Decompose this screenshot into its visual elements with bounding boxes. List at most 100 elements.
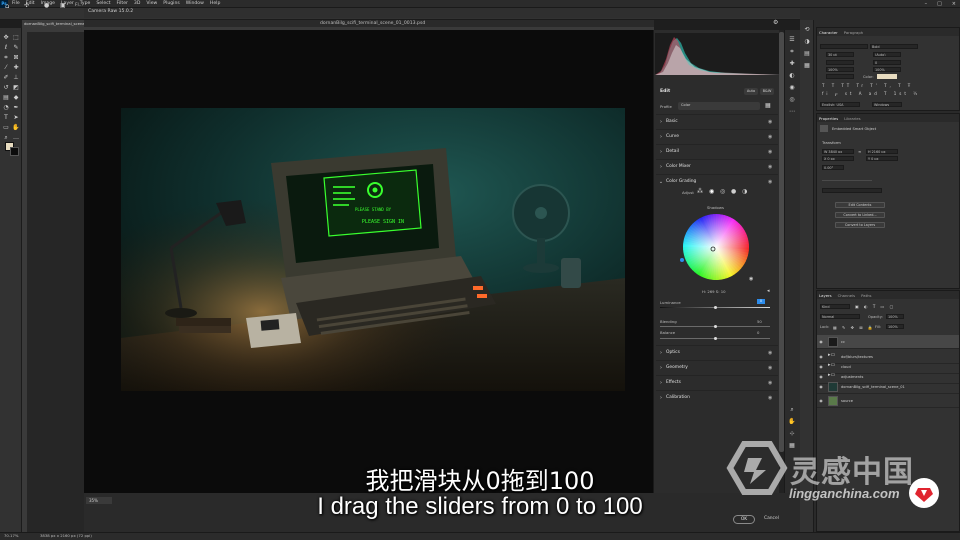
brush-settings-icon[interactable]: ▣ xyxy=(60,2,68,10)
adjustments-icon[interactable]: ◑ xyxy=(803,38,811,46)
rectangle-tool-icon[interactable]: ▭ xyxy=(2,124,10,132)
color-wheel[interactable] xyxy=(682,213,750,281)
healing-brush-tool-icon[interactable]: ✚ xyxy=(12,64,20,72)
eye-icon[interactable]: ◉ xyxy=(768,365,778,371)
brush-preset-icon[interactable]: ● xyxy=(44,2,52,10)
layer-row[interactable]: ◉ dornanBilg_scifi_terminal_scene_01 xyxy=(817,380,959,394)
layer-filter-select[interactable]: Kind xyxy=(820,304,850,309)
quick-select-tool-icon[interactable]: ✎ xyxy=(12,44,20,52)
blend-mode-select[interactable]: Normal xyxy=(820,314,860,319)
more-icon[interactable]: ⋯ xyxy=(788,108,796,116)
tab-libraries[interactable]: Libraries xyxy=(844,116,860,121)
tool-preset-icon[interactable]: ✣ xyxy=(24,2,32,10)
presets-icon[interactable]: ◎ xyxy=(788,96,796,104)
eye-icon[interactable]: ◉ xyxy=(817,339,825,344)
eye-icon[interactable]: ◉ xyxy=(817,398,825,403)
fill-field[interactable]: 100% xyxy=(886,324,904,329)
background-color-swatch[interactable] xyxy=(10,147,19,156)
convert-to-layers-button[interactable]: Convert to Layers xyxy=(835,222,885,228)
expand-triangle-icon[interactable]: ◂ xyxy=(767,288,770,294)
luminance-value[interactable]: 0 xyxy=(757,299,765,304)
section-geometry[interactable]: › Geometry ◉ xyxy=(656,360,778,374)
layer-row[interactable]: ◉ cc xyxy=(817,335,959,349)
section-color-grading[interactable]: ⌄ Color Grading ◉ xyxy=(656,174,778,188)
swatches-icon[interactable]: ▦ xyxy=(803,62,811,70)
menu-help[interactable]: Help xyxy=(210,1,220,6)
vertical-scale-field[interactable]: 100% xyxy=(826,67,854,72)
highlights-wheel-icon[interactable]: ● xyxy=(731,188,736,195)
section-curve[interactable]: › Curve ◉ xyxy=(656,129,778,143)
convert-to-linked-button[interactable]: Convert to Linked... xyxy=(835,212,885,218)
y-field[interactable]: Y 0 px xyxy=(866,156,898,161)
tab-paragraph[interactable]: Paragraph xyxy=(844,30,863,35)
tab-character[interactable]: Character xyxy=(819,30,838,35)
dodge-tool-icon[interactable]: ◔ xyxy=(2,104,10,112)
section-detail[interactable]: › Detail ◉ xyxy=(656,144,778,158)
balance-value[interactable]: 0 xyxy=(757,330,759,335)
history-icon[interactable]: ⟲ xyxy=(803,26,811,34)
libraries-icon[interactable]: ▤ xyxy=(803,50,811,58)
font-size-field[interactable]: 30 pt xyxy=(826,52,854,57)
clone-stamp-tool-icon[interactable]: ⊥ xyxy=(12,74,20,82)
hand-icon[interactable]: ✋ xyxy=(788,418,796,426)
auto-button[interactable]: Auto xyxy=(744,88,758,95)
eye-icon[interactable]: ◉ xyxy=(817,384,825,389)
height-field[interactable]: H 2160 px xyxy=(866,149,898,154)
home-icon[interactable]: ⌂ xyxy=(5,2,13,10)
section-basic[interactable]: › Basic ◉ xyxy=(656,114,778,128)
text-color-swatch[interactable] xyxy=(877,74,897,79)
marquee-tool-icon[interactable]: ⬚ xyxy=(12,34,20,42)
section-optics[interactable]: › Optics ◉ xyxy=(656,345,778,359)
crop-tool-icon[interactable]: ⌗ xyxy=(2,54,10,62)
hand-tool-icon[interactable]: ✋ xyxy=(12,124,20,132)
eye-icon[interactable]: ◉ xyxy=(768,179,778,185)
eye-icon[interactable]: ◉ xyxy=(768,134,778,140)
font-family-field[interactable] xyxy=(820,44,868,49)
menu-file[interactable]: File xyxy=(12,1,20,6)
tab-properties[interactable]: Properties xyxy=(819,116,838,121)
eye-icon[interactable]: ◉ xyxy=(768,119,778,125)
brush-tool-icon[interactable]: ✐ xyxy=(2,74,10,82)
blending-slider-knob[interactable] xyxy=(714,325,717,328)
opacity-field[interactable]: 100% xyxy=(886,314,904,319)
blur-tool-icon[interactable]: ◆ xyxy=(12,94,20,102)
shadows-wheel-icon[interactable]: ◉ xyxy=(709,188,714,195)
eye-icon[interactable]: ◉ xyxy=(768,350,778,356)
zoom-tool-icon[interactable]: ⌕ xyxy=(2,134,10,142)
edit-contents-button[interactable]: Edit Contents xyxy=(835,202,885,208)
layer-row[interactable]: ◉ source xyxy=(817,394,959,408)
more-tools-icon[interactable]: … xyxy=(12,134,20,142)
midtones-wheel-icon[interactable]: ◎ xyxy=(720,188,725,195)
baseline-shift-field[interactable] xyxy=(826,74,854,79)
font-style-field[interactable]: Bold xyxy=(870,44,918,49)
text-style-buttons[interactable]: T T TT Tr T' T, T Ŧ xyxy=(822,83,913,88)
masking-icon[interactable]: ◐ xyxy=(788,72,796,80)
leading-field[interactable]: (Auto) xyxy=(873,52,901,57)
menu-3d[interactable]: 3D xyxy=(134,1,140,6)
section-color-mixer[interactable]: › Color Mixer ◉ xyxy=(656,159,778,173)
blending-value[interactable]: 50 xyxy=(757,319,762,324)
eye-icon[interactable]: ◉ xyxy=(768,395,778,401)
profile-browser-icon[interactable]: ▦ xyxy=(765,102,771,109)
eye-icon[interactable]: ◉ xyxy=(768,149,778,155)
opentype-buttons[interactable]: fi ℘ st A ad T 1st ½ xyxy=(822,91,920,96)
eye-icon[interactable]: ◉ xyxy=(768,164,778,170)
kerning-field[interactable] xyxy=(826,60,854,65)
language-select[interactable]: English: USA xyxy=(820,102,860,107)
pen-tool-icon[interactable]: ✒ xyxy=(12,104,20,112)
frame-tool-icon[interactable]: ⊠ xyxy=(12,54,20,62)
close-window-button[interactable]: × xyxy=(952,1,956,7)
three-way-icon[interactable]: ⁂ xyxy=(697,188,703,195)
antialias-select[interactable]: Windows xyxy=(872,102,902,107)
bw-button[interactable]: B&W xyxy=(760,88,774,95)
status-zoom[interactable]: 70.17% xyxy=(4,533,18,538)
healing-icon[interactable]: ✚ xyxy=(788,60,796,68)
minimize-button[interactable]: – xyxy=(925,1,928,7)
maximize-button[interactable]: □ xyxy=(937,1,942,7)
tab-channels[interactable]: Channels xyxy=(838,293,856,298)
menu-plugins[interactable]: Plugins xyxy=(163,1,179,6)
angle-field[interactable]: 0.00° xyxy=(822,165,844,170)
gear-icon[interactable]: ⚙ xyxy=(773,19,778,26)
global-wheel-icon[interactable]: ◑ xyxy=(742,188,747,195)
path-selection-tool-icon[interactable]: ➤ xyxy=(12,114,20,122)
